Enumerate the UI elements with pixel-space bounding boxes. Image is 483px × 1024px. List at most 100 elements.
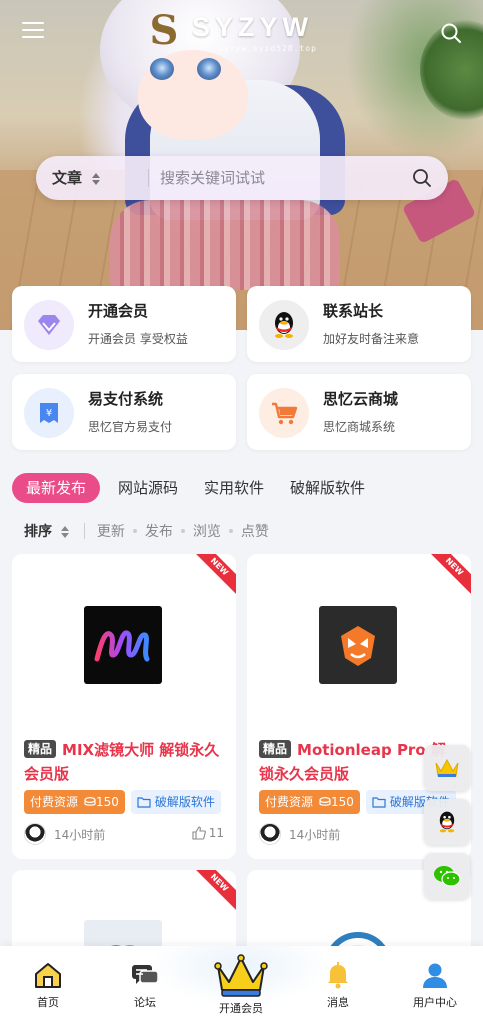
tab-latest[interactable]: 最新发布 [12, 473, 101, 503]
bottom-nav: 首页 论坛 开通会员 消息 用户中心 [0, 946, 483, 1024]
wechat-icon [434, 866, 461, 887]
premium-tag: 精品 [259, 740, 292, 758]
chat-bubbles-icon [130, 960, 160, 990]
post-chips: 付费资源 150 破解版软件 [24, 790, 221, 814]
feature-card-shop[interactable]: 思忆云商城 思忆商城系统 [247, 374, 471, 450]
feature-card-contact[interactable]: 联系站长 加好友时备注来意 [247, 286, 471, 362]
feature-title: 易支付系统 [88, 390, 164, 408]
folder-icon [137, 797, 151, 808]
paid-resource-chip[interactable]: 付费资源 150 [24, 790, 125, 814]
sort-option-published[interactable]: 发布 [145, 521, 173, 541]
sort-bar: 排序 更新 发布 浏览 点赞 [24, 520, 269, 542]
search-divider [148, 169, 149, 187]
nav-label: 用户中心 [413, 996, 457, 1009]
nav-forum[interactable]: 论坛 [110, 960, 180, 1010]
sort-toggle[interactable]: 排序 [24, 521, 70, 541]
feature-title: 思忆云商城 [323, 390, 399, 408]
sort-option-likes[interactable]: 点赞 [241, 521, 269, 541]
search-category-select[interactable]: 文章 [52, 156, 101, 200]
crown-icon [435, 758, 459, 777]
coin-icon [319, 796, 331, 806]
category-label: 破解版软件 [154, 795, 215, 809]
cart-icon [259, 388, 309, 438]
post-time: 14小时前 [289, 828, 341, 842]
nav-vip[interactable]: 开通会员 [206, 954, 276, 1016]
motionleap-app-logo [341, 626, 375, 666]
sort-label: 排序 [24, 524, 52, 540]
paid-label: 付费资源 [30, 795, 79, 809]
new-badge: NEW [189, 554, 236, 597]
logo-subtitle: syzyw.syzd528.top [218, 44, 317, 53]
mix-app-logo [94, 630, 150, 662]
crown-icon [213, 954, 269, 998]
post-time: 14小时前 [54, 828, 106, 842]
new-badge: NEW [424, 554, 471, 597]
post-meta: 14小时前 11 [24, 822, 224, 846]
category-chip[interactable]: 破解版软件 [130, 790, 221, 814]
avatar[interactable] [259, 823, 281, 845]
diamond-icon [24, 300, 74, 350]
hero-character-eye [150, 58, 174, 80]
nav-label: 消息 [327, 996, 349, 1009]
price: 150 [96, 795, 119, 809]
like-number: 11 [208, 826, 224, 840]
search-category-label: 文章 [52, 169, 83, 187]
hero-character-skirt [110, 200, 340, 290]
feature-card-vip[interactable]: 开通会员 开通会员 享受权益 [12, 286, 236, 362]
nav-home[interactable]: 首页 [13, 960, 83, 1010]
svg-text:¥: ¥ [46, 408, 52, 419]
sort-option-views[interactable]: 浏览 [193, 521, 221, 541]
feature-subtitle: 开通会员 享受权益 [88, 332, 188, 346]
float-vip-button[interactable] [424, 745, 470, 791]
float-qq-button[interactable] [424, 799, 470, 845]
app-thumbnail [319, 606, 397, 684]
post-title: 精品 MIX滤镜大师 解锁永久会员版 [24, 738, 224, 786]
folder-icon [372, 797, 386, 808]
like-count[interactable]: 11 [192, 826, 224, 840]
sort-separator [132, 529, 137, 533]
tab-cracked-software[interactable]: 破解版软件 [290, 473, 365, 503]
feature-subtitle: 思忆官方易支付 [88, 420, 173, 434]
sort-separator [228, 529, 233, 533]
search-submit-icon[interactable] [412, 168, 432, 188]
hero-character-eye [197, 58, 221, 80]
tab-utility-software[interactable]: 实用软件 [204, 473, 264, 503]
paid-resource-chip[interactable]: 付费资源 150 [259, 790, 360, 814]
app-thumbnail [84, 606, 162, 684]
avatar[interactable] [24, 823, 46, 845]
nav-label: 论坛 [134, 996, 156, 1009]
premium-tag: 精品 [24, 740, 57, 758]
search-icon[interactable] [440, 22, 462, 44]
sort-option-updated[interactable]: 更新 [97, 521, 125, 541]
site-logo[interactable]: S SYZYW syzyw.syzd528.top [140, 8, 350, 58]
menu-icon[interactable] [22, 22, 44, 40]
feature-title: 联系站长 [323, 302, 384, 320]
nav-label: 首页 [37, 996, 59, 1009]
home-icon [33, 960, 63, 990]
post-card[interactable]: NEW 精品 MIX滤镜大师 解锁永久会员版 付费资源 150 破解版软件 14小… [12, 554, 236, 859]
price: 150 [331, 795, 354, 809]
coin-icon [84, 796, 96, 806]
tab-website-source[interactable]: 网站源码 [118, 473, 178, 503]
category-tabs: 最新发布 网站源码 实用软件 破解版软件 [12, 472, 391, 504]
bell-icon [323, 960, 353, 990]
thumb-up-icon [192, 826, 206, 840]
qq-penguin-icon [439, 811, 455, 833]
sort-caret-icon [92, 172, 101, 185]
nav-messages[interactable]: 消息 [303, 960, 373, 1010]
user-icon [420, 960, 450, 990]
search-bar: 文章 [36, 156, 448, 200]
qq-penguin-icon [259, 300, 309, 350]
float-wechat-button[interactable] [424, 853, 470, 899]
feature-subtitle: 思忆商城系统 [323, 420, 396, 434]
nav-user-center[interactable]: 用户中心 [400, 960, 470, 1010]
sort-divider [83, 523, 85, 539]
new-badge: NEW [189, 870, 236, 913]
logo-text: SYZYW [192, 12, 314, 42]
search-input[interactable] [160, 162, 400, 194]
logo-mark: S [149, 7, 179, 54]
feature-title: 开通会员 [88, 302, 149, 320]
nav-label: 开通会员 [219, 1002, 263, 1015]
paid-label: 付费资源 [265, 795, 314, 809]
feature-card-pay[interactable]: ¥ 易支付系统 思忆官方易支付 [12, 374, 236, 450]
